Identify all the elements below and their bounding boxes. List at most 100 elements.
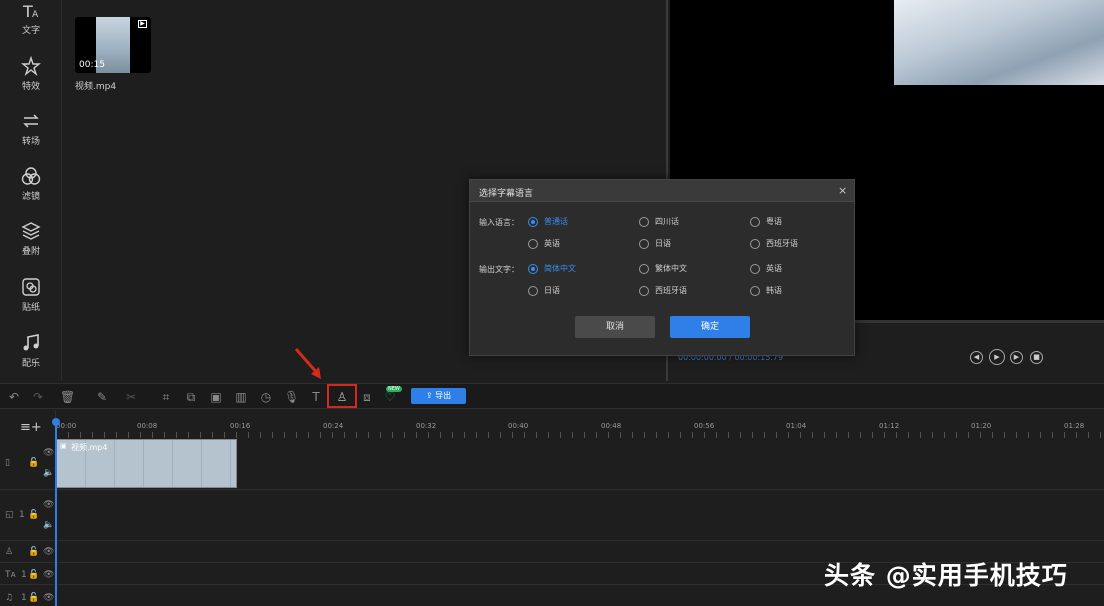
sidebar-item-sticker[interactable]: 贴纸	[0, 277, 62, 313]
input-option-cantonese[interactable]: 粤语	[750, 216, 782, 227]
option-label: 西班牙语	[655, 286, 687, 295]
radio-icon	[528, 238, 538, 249]
tick-label: 01:20	[971, 422, 992, 430]
radio-icon	[750, 216, 760, 227]
option-label: 简体中文	[544, 264, 576, 273]
speed-icon[interactable]: ◷	[259, 390, 273, 404]
input-option-japanese[interactable]: 日语	[639, 238, 671, 249]
export-button[interactable]: ⇪ 导出	[411, 388, 466, 404]
transition-icon	[23, 114, 39, 128]
next-frame-icon[interactable]: ▶	[1010, 351, 1023, 364]
preview-frame	[894, 0, 1104, 85]
play-button-icon[interactable]: ▶	[989, 349, 1005, 365]
text-to-speech-icon[interactable]: T	[309, 390, 323, 404]
video-clip[interactable]: ▣ 视频.mp4	[56, 439, 237, 488]
radio-icon	[639, 263, 649, 274]
input-option-mandarin[interactable]: 普通话	[528, 216, 568, 227]
option-label: 普通话	[544, 217, 568, 226]
tick-label: 00:48	[601, 422, 622, 430]
output-option-japanese[interactable]: 日语	[528, 285, 560, 296]
tick-label: 00:08	[137, 422, 158, 430]
edit-icon[interactable]: ✎	[95, 390, 109, 404]
redo-icon[interactable]: ↷	[31, 390, 45, 404]
sidebar-item-effects[interactable]: 特效	[0, 56, 62, 92]
timeline-toolbar: ↶ ↷ 🗑 ✎ ✂ ⌗ ⧉ ▣ ▥ ◷ 🎙 T ♙ ⧈ ♡ NEW ⇪ 导出	[0, 383, 1104, 409]
tick-label: 00:40	[508, 422, 529, 430]
option-label: 四川话	[655, 217, 679, 226]
sidebar-item-music[interactable]: 配乐	[0, 333, 62, 369]
playhead-handle[interactable]	[52, 418, 60, 426]
text-icon: TA	[22, 2, 39, 20]
output-option-simplified-chinese[interactable]: 简体中文	[528, 263, 576, 274]
radio-icon	[639, 216, 649, 227]
radio-icon	[528, 285, 538, 296]
sticker-icon	[22, 278, 40, 296]
overlay-icon	[21, 222, 41, 240]
export-icon: ⇪	[425, 391, 436, 400]
add-track-icon[interactable]: ≡+	[20, 420, 42, 435]
left-sidebar: TA 文字 特效 转场 滤镜 叠附 贴纸 配乐	[0, 0, 62, 381]
radio-icon	[639, 285, 649, 296]
option-label: 韩语	[766, 286, 782, 295]
option-label: 繁体中文	[655, 264, 687, 273]
duplicate-icon[interactable]: ⧈	[360, 390, 374, 404]
undo-icon[interactable]: ↶	[7, 390, 21, 404]
output-option-english[interactable]: 英语	[750, 263, 782, 274]
confirm-button[interactable]: 确定	[670, 316, 750, 338]
tick-label: 00:56	[694, 422, 715, 430]
sidebar-item-overlay[interactable]: 叠附	[0, 221, 62, 257]
mosaic-icon[interactable]: ▣	[209, 390, 223, 404]
input-option-spanish[interactable]: 西班牙语	[750, 238, 798, 249]
sidebar-item-transition[interactable]: 转场	[0, 111, 62, 147]
speech-to-subtitle-icon[interactable]: ♙	[335, 390, 349, 404]
output-option-spanish[interactable]: 西班牙语	[639, 285, 687, 296]
filter-icon	[21, 167, 41, 185]
sidebar-item-label: 滤镜	[21, 192, 40, 202]
option-label: 日语	[655, 239, 671, 248]
input-language-label: 输入语言：	[479, 218, 519, 227]
cut-icon[interactable]: ✂	[124, 390, 138, 404]
sidebar-item-label: 文字	[21, 26, 40, 36]
input-option-sichuanese[interactable]: 四川话	[639, 216, 679, 227]
sidebar-item-text[interactable]: TA 文字	[0, 0, 62, 36]
microphone-icon[interactable]: 🎙	[284, 390, 299, 404]
radio-icon	[750, 285, 760, 296]
new-feature-icon[interactable]: ♡	[383, 390, 397, 404]
radio-icon	[639, 238, 649, 249]
sidebar-item-filter[interactable]: 滤镜	[0, 166, 62, 202]
dialog-title: 选择字幕语言	[479, 189, 534, 199]
option-label: 日语	[544, 286, 560, 295]
prev-frame-icon[interactable]: ◀	[970, 351, 983, 364]
tick-label: 00:16	[230, 422, 251, 430]
chart-icon[interactable]: ▥	[234, 390, 248, 404]
radio-icon	[750, 263, 760, 274]
cancel-button[interactable]: 取消	[575, 316, 655, 338]
close-icon[interactable]: ×	[838, 184, 847, 197]
svg-text:A: A	[32, 10, 39, 20]
sidebar-item-label: 配乐	[21, 359, 40, 369]
effects-icon	[21, 56, 41, 76]
timeline-ruler[interactable]: 00:00 00:08 00:16 00:24 00:32 00:40 00:4…	[56, 410, 1104, 438]
output-option-traditional-chinese[interactable]: 繁体中文	[639, 263, 687, 274]
sidebar-item-label: 特效	[21, 82, 40, 92]
tick-label: 01:12	[879, 422, 900, 430]
dialog-header: 选择字幕语言 ×	[470, 180, 854, 202]
annotation-arrow-icon	[294, 348, 321, 379]
clip-video-icon: ▣	[60, 442, 67, 450]
option-label: 英语	[766, 264, 782, 273]
delete-icon[interactable]: 🗑	[60, 390, 75, 404]
sidebar-item-label: 贴纸	[21, 303, 40, 313]
resize-icon[interactable]: ⧉	[184, 390, 198, 404]
media-thumbnail[interactable]: 00:15 ▶	[75, 17, 151, 73]
thumbnail-duration: 00:15	[79, 60, 105, 70]
output-option-korean[interactable]: 韩语	[750, 285, 782, 296]
crop-icon[interactable]: ⌗	[159, 390, 173, 404]
music-icon	[23, 334, 39, 351]
play-icon[interactable]: ▶	[138, 20, 147, 28]
option-label: 英语	[544, 239, 560, 248]
clip-label: 视频.mp4	[71, 443, 108, 452]
playhead[interactable]	[55, 421, 57, 606]
watermark: 头条 @实用手机技巧	[824, 561, 1068, 590]
input-option-english[interactable]: 英语	[528, 238, 560, 249]
stop-icon[interactable]: ■	[1030, 351, 1043, 364]
